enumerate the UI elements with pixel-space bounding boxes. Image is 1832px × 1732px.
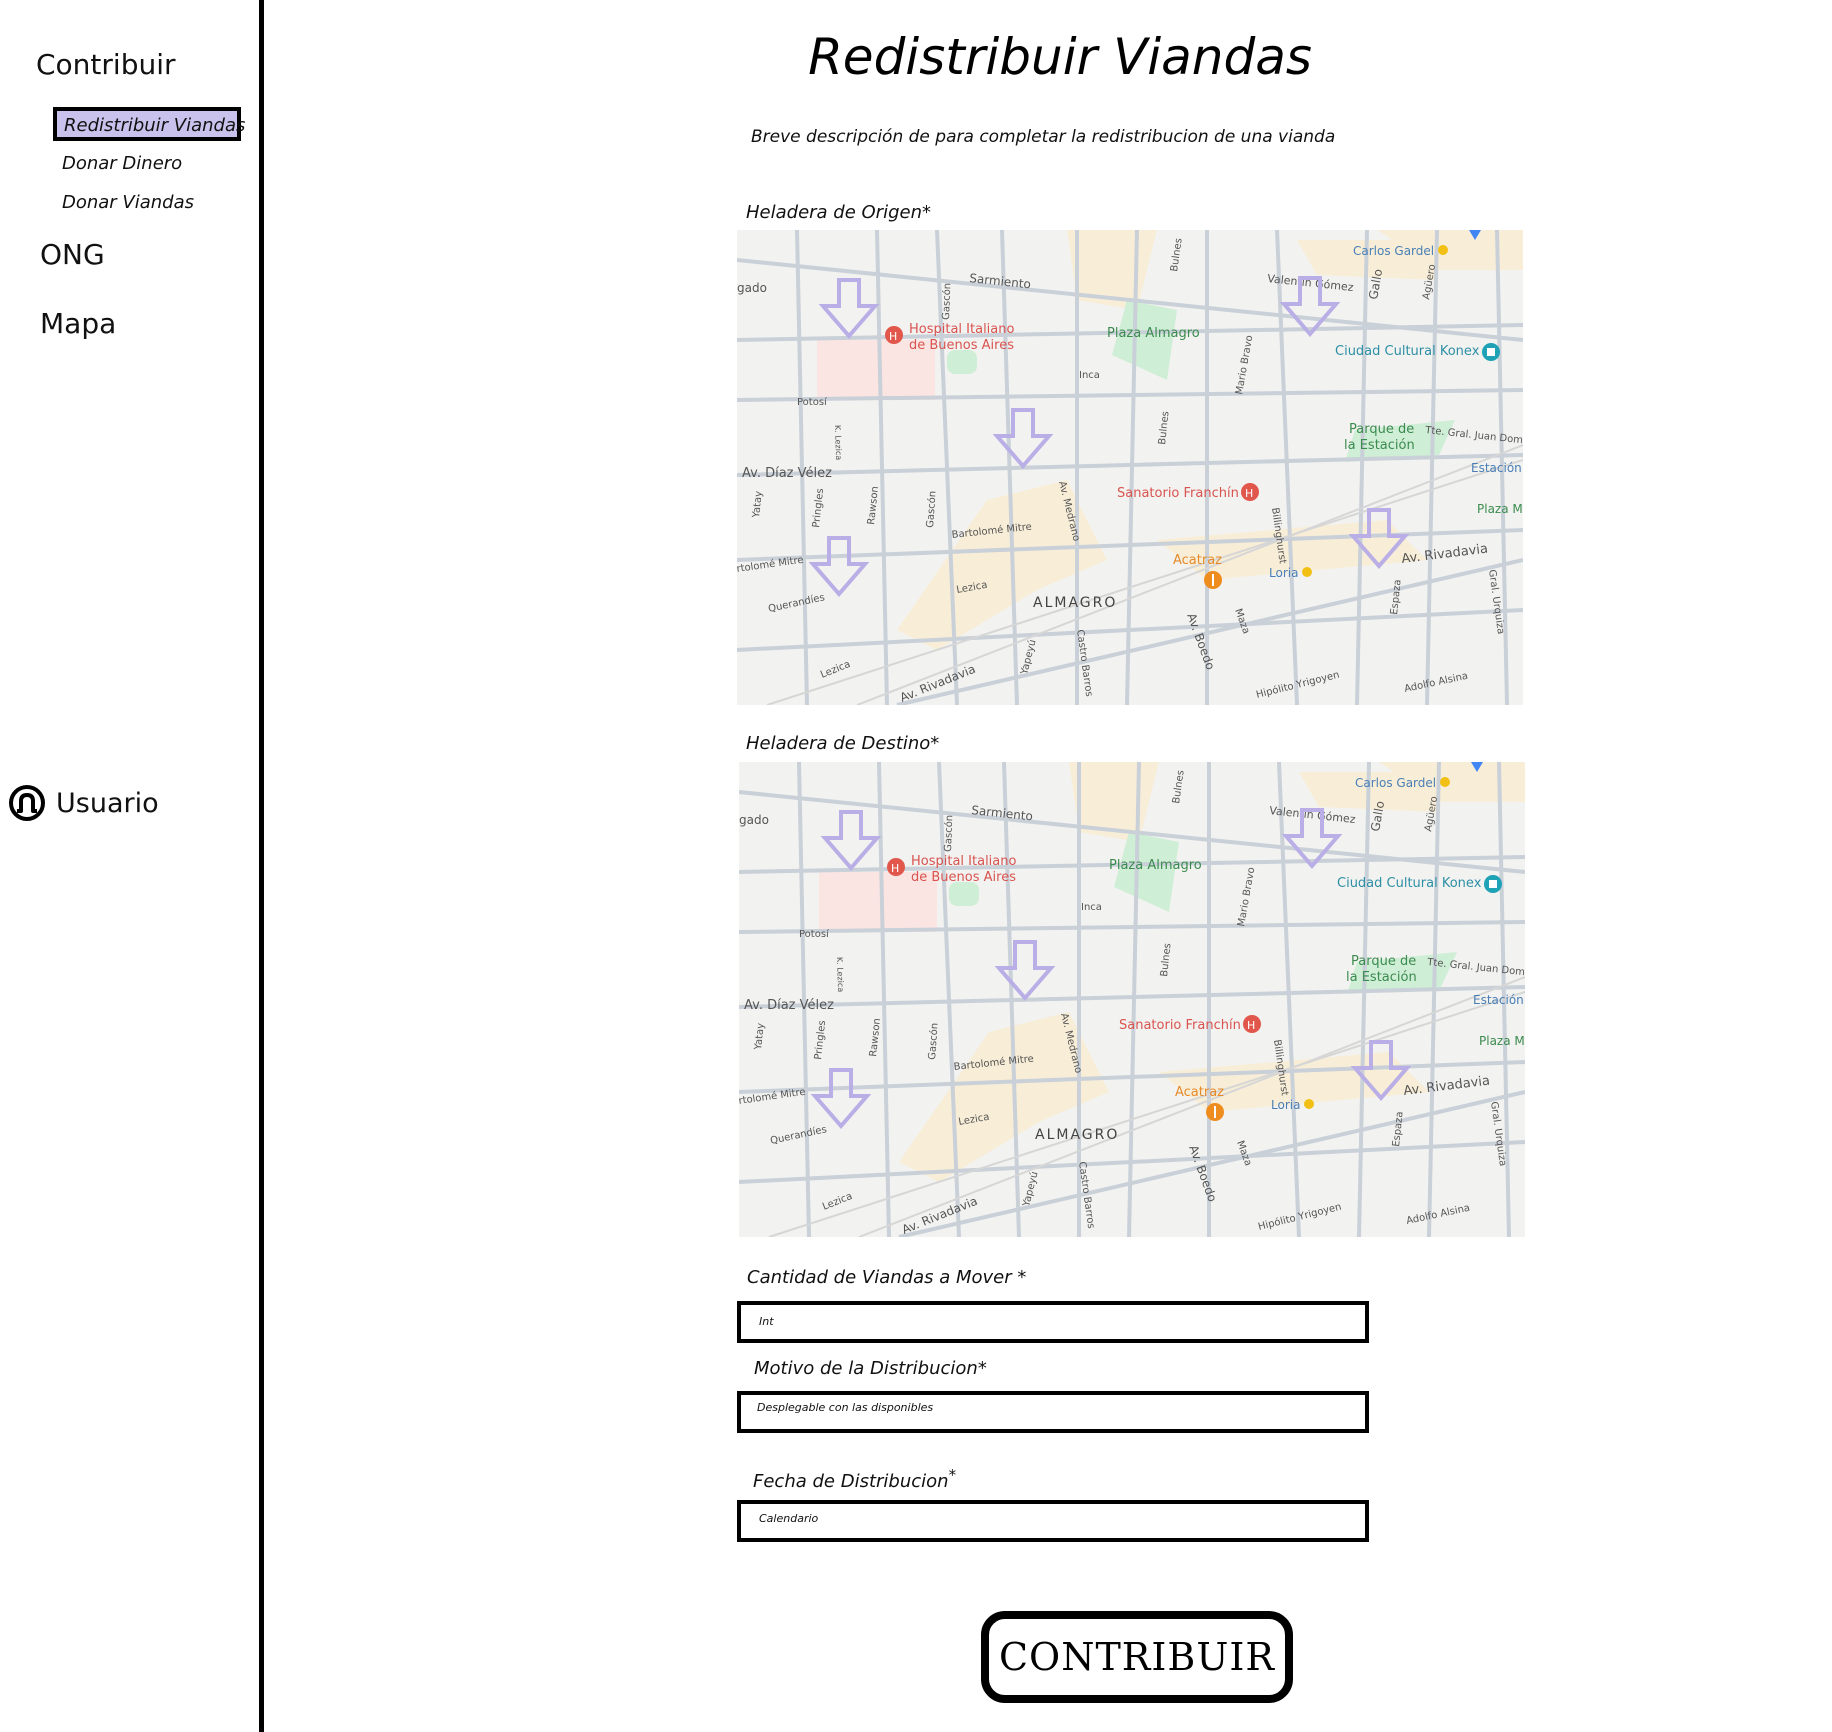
cantidad-label: Cantidad de Viandas a Mover * — [747, 1267, 1027, 1288]
map-label-diaz-velez: Av. Díaz Vélez — [744, 998, 834, 1013]
motivo-select[interactable]: Desplegable con las disponibles — [737, 1391, 1369, 1433]
nav-redistribuir-viandas[interactable]: Redistribuir Viandas — [53, 107, 245, 141]
origen-label: Heladera de Origen* — [746, 202, 931, 223]
map-label-k-lezica: K. Lezica — [833, 425, 843, 461]
sidebar: Contribuir Redistribuir Viandas Donar Di… — [0, 0, 258, 1732]
map-label-estacion: Estación C — [1473, 993, 1525, 1007]
map-label-gado: gado — [739, 813, 769, 827]
user-icon — [9, 785, 45, 821]
map-label-gado: gado — [737, 281, 767, 295]
map-label-konex: Ciudad Cultural Konex — [1335, 344, 1480, 359]
svg-text:H: H — [1247, 1019, 1255, 1032]
page-description: Breve descripción de para completar la r… — [751, 127, 1336, 147]
svg-text:H: H — [1245, 487, 1253, 500]
destino-map-graphic: gado Sarmiento Valentín Gómez Carlos Gar… — [739, 762, 1525, 1237]
map-label-potosi: Potosí — [797, 396, 828, 408]
user-label: Usuario — [56, 787, 159, 819]
sidebar-divider — [259, 0, 264, 1732]
map-label-parque2: la Estación — [1344, 438, 1415, 453]
restaurant-marker-icon — [1204, 571, 1222, 589]
map-label-gascon: Gascón — [942, 815, 955, 852]
map-label-hospital2: de Buenos Aires — [911, 870, 1016, 885]
map-label-hospital: Hospital Italiano — [909, 322, 1015, 337]
cantidad-input[interactable]: Int — [737, 1301, 1369, 1343]
sanatorio-marker-icon: H — [1243, 1015, 1261, 1033]
map-label-plaza-m: Plaza M — [1479, 1034, 1525, 1048]
map-label-parque2: la Estación — [1346, 970, 1417, 985]
user-menu[interactable]: Usuario — [8, 784, 159, 822]
map-label-gascon: Gascón — [940, 283, 953, 320]
map-label-acatraz: Acatraz — [1175, 1085, 1224, 1100]
nav-donar-dinero[interactable]: Donar Dinero — [62, 153, 182, 174]
restaurant-marker-icon — [1206, 1103, 1224, 1121]
map-label-plaza-almagro: Plaza Almagro — [1107, 326, 1200, 341]
contribuir-button[interactable]: CONTRIBUIR — [981, 1611, 1293, 1703]
sanatorio-marker-icon: H — [1241, 483, 1259, 501]
fecha-label: Fecha de Distribucion* — [753, 1466, 956, 1492]
fecha-input[interactable]: Calendario — [737, 1500, 1369, 1542]
subway-marker-icon — [1304, 1099, 1314, 1109]
hospital-marker-icon: H — [887, 858, 905, 876]
subway-marker-icon — [1440, 777, 1450, 787]
nav-donar-viandas[interactable]: Donar Viandas — [62, 192, 194, 213]
nav-contribuir[interactable]: Contribuir — [36, 48, 176, 81]
map-label-carlos-gardel: Carlos Gardel — [1355, 776, 1436, 790]
map-label-plaza-almagro: Plaza Almagro — [1109, 858, 1202, 873]
subway-marker-icon — [1438, 245, 1448, 255]
subway-marker-icon — [1302, 567, 1312, 577]
museum-marker-icon — [1482, 343, 1500, 361]
museum-marker-icon — [1484, 875, 1502, 893]
fecha-label-text: Fecha de Distribucion — [753, 1471, 949, 1492]
map-label-sanatorio: Sanatorio Franchín — [1119, 1018, 1241, 1033]
map-label-estacion: Estación C — [1471, 461, 1523, 475]
map-label-almagro: ALMAGRO — [1033, 595, 1117, 611]
destino-map[interactable]: gado Sarmiento Valentín Gómez Carlos Gar… — [739, 762, 1525, 1237]
map-label-potosi: Potosí — [799, 928, 830, 940]
map-label-hospital: Hospital Italiano — [911, 854, 1017, 869]
hospital-marker-icon: H — [885, 326, 903, 344]
map-label-hospital2: de Buenos Aires — [909, 338, 1014, 353]
map-label-parque: Parque de — [1349, 422, 1414, 437]
fecha-required-asterisk: * — [948, 1466, 957, 1484]
map-label-parque: Parque de — [1351, 954, 1416, 969]
map-label-diaz-velez: Av. Díaz Vélez — [742, 466, 832, 481]
map-label-loria: Loria — [1271, 1098, 1300, 1112]
map-label-acatraz: Acatraz — [1173, 553, 1222, 568]
motivo-label: Motivo de la Distribucion* — [754, 1358, 987, 1379]
map-label-carlos-gardel: Carlos Gardel — [1353, 244, 1434, 258]
map-label-k-lezica: K. Lezica — [835, 957, 845, 993]
nav-ong[interactable]: ONG — [40, 238, 105, 271]
map-label-sanatorio: Sanatorio Franchín — [1117, 486, 1239, 501]
map-label-almagro: ALMAGRO — [1035, 1127, 1119, 1143]
svg-text:H: H — [891, 862, 899, 875]
map-label-inca: Inca — [1079, 370, 1100, 381]
map-label-inca: Inca — [1081, 902, 1102, 913]
map-label-plaza-m: Plaza M — [1477, 502, 1523, 516]
destino-label: Heladera de Destino* — [746, 733, 940, 754]
origen-map[interactable]: gado Sarmiento Valentín Gómez Carlos Gar… — [737, 230, 1523, 705]
map-label-loria: Loria — [1269, 566, 1298, 580]
svg-text:H: H — [889, 330, 897, 343]
map-label-konex: Ciudad Cultural Konex — [1337, 876, 1482, 891]
nav-mapa[interactable]: Mapa — [40, 307, 116, 340]
page-title: Redistribuir Viandas — [808, 28, 1312, 86]
origen-map-graphic: gado Sarmiento Valentín Gómez Carlos Gar… — [737, 230, 1523, 705]
